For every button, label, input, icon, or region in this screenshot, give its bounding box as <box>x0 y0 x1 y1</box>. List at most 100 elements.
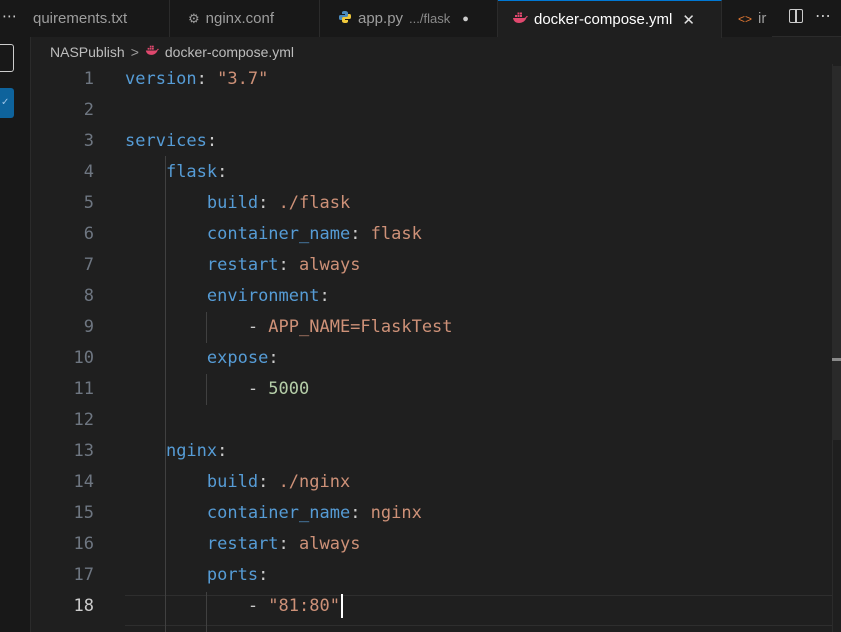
line-number: 4 <box>83 162 94 182</box>
line-number: 16 <box>73 534 94 554</box>
code-token: : <box>350 503 371 523</box>
breadcrumb-file[interactable]: docker-compose.yml <box>165 44 294 60</box>
code-token: services <box>125 131 207 151</box>
code-line[interactable]: 17 ports: <box>30 560 830 591</box>
code-text: container_name: nginx <box>125 498 422 529</box>
code-line[interactable]: 15 container_name: nginx <box>30 498 830 529</box>
breadcrumb: NASPublish > docker-compose.yml <box>50 41 294 63</box>
line-number: 15 <box>73 503 94 523</box>
scrollbar-thumb[interactable] <box>832 66 841 440</box>
unsaved-dot-icon[interactable]: ● <box>462 13 469 25</box>
code-line[interactable]: 13 nginx: <box>30 436 830 467</box>
code-text: build: ./flask <box>125 188 350 219</box>
split-editor-icon[interactable] <box>789 9 803 23</box>
code-token: - <box>125 379 269 399</box>
tab-description: .../flask <box>409 11 451 26</box>
code-text: nginx: <box>125 436 227 467</box>
code-token: : <box>206 131 218 151</box>
tab-app-py[interactable]: app.py .../flask ● <box>320 0 498 37</box>
line-number: 8 <box>83 286 94 306</box>
code-token: : <box>258 565 269 585</box>
code-text: restart: always <box>125 250 361 281</box>
code-token: nginx <box>165 441 218 461</box>
tab-docker-compose[interactable]: docker-compose.yml ✕ <box>498 0 722 38</box>
code-token: build <box>206 193 259 213</box>
editor-actions: ⋯ <box>789 6 831 26</box>
code-line[interactable]: 14 build: ./nginx <box>30 467 830 498</box>
code-token: expose <box>206 348 269 368</box>
code-token: 5000 <box>268 379 310 399</box>
code-text: flask: <box>125 157 227 188</box>
tab-bar: quirements.txt ⚙ nginx.conf app.py .../f… <box>30 0 841 38</box>
source-control-item[interactable]: ✓ <box>0 88 14 118</box>
line-number: 12 <box>73 410 94 430</box>
code-token: container_name <box>206 224 351 244</box>
code-line[interactable]: 4 flask: <box>30 157 830 188</box>
line-number: 9 <box>83 317 94 337</box>
code-token: : <box>258 472 279 492</box>
code-line[interactable]: 16 restart: always <box>30 529 830 560</box>
text-cursor <box>340 594 343 618</box>
line-number: 11 <box>73 379 94 399</box>
explorer-item[interactable] <box>0 44 14 72</box>
code-line[interactable]: 7 restart: always <box>30 250 830 281</box>
code-text: build: ./nginx <box>125 467 350 498</box>
code-token: - <box>125 317 269 337</box>
code-text: - "81:80" <box>125 591 343 622</box>
code-line[interactable]: 11 - 5000 <box>30 374 830 405</box>
code-line[interactable]: 9 - APP_NAME=FlaskTest <box>30 312 830 343</box>
tab-label: docker-compose.yml <box>534 11 673 28</box>
code-text: services: <box>125 126 217 157</box>
more-actions-icon[interactable]: ⋯ <box>2 7 17 25</box>
code-token: : <box>217 162 228 182</box>
code-text: container_name: flask <box>125 219 422 250</box>
code-token: restart <box>206 534 279 554</box>
tab-label: nginx.conf <box>205 10 275 27</box>
tab-label: ir <box>758 10 767 27</box>
line-number: 10 <box>73 348 94 368</box>
tab-requirements[interactable]: quirements.txt <box>30 0 170 37</box>
code-line[interactable]: 6 container_name: flask <box>30 219 830 250</box>
code-line[interactable]: 5 build: ./flask <box>30 188 830 219</box>
code-token: ports <box>206 565 259 585</box>
tab-ir[interactable]: <> ir <box>722 0 772 37</box>
code-line[interactable]: 3 services: <box>30 126 830 157</box>
line-number: 5 <box>83 193 94 213</box>
code-line[interactable]: 2 <box>30 95 830 126</box>
code-line[interactable]: 1 version: "3.7" <box>30 64 830 95</box>
line-number: 6 <box>83 224 94 244</box>
code-token: APP_NAME=FlaskTest <box>268 317 453 337</box>
code-token: : <box>278 534 300 554</box>
code-text: environment: <box>125 281 330 312</box>
code-token: : <box>258 193 279 213</box>
code-token: : <box>350 224 371 244</box>
tab-nginx-conf[interactable]: ⚙ nginx.conf <box>170 0 320 37</box>
code-token: ./nginx <box>278 472 351 492</box>
code-editor[interactable]: 1 version: "3.7" 2 3 services: 4 flask: 5 buil… <box>30 64 841 632</box>
line-number: 7 <box>83 255 94 275</box>
code-token: : <box>319 286 330 306</box>
code-token: : <box>196 69 218 89</box>
line-number: 2 <box>83 100 94 120</box>
code-token: version <box>125 69 197 89</box>
code-line[interactable]: 8 environment: <box>30 281 830 312</box>
close-icon[interactable]: ✕ <box>682 11 695 29</box>
breadcrumb-folder[interactable]: NASPublish <box>50 44 125 60</box>
code-token: build <box>206 472 259 492</box>
tab-label: quirements.txt <box>33 10 128 27</box>
code-token: - <box>125 596 269 616</box>
code-line[interactable]: 18 - "81:80" <box>30 591 830 622</box>
code-line[interactable]: 10 expose: <box>30 343 830 374</box>
overview-ruler-mark <box>832 358 841 361</box>
more-actions-icon[interactable]: ⋯ <box>815 6 831 26</box>
line-number: 14 <box>73 472 94 492</box>
code-token: environment <box>206 286 320 306</box>
code-line[interactable]: 12 <box>30 405 830 436</box>
